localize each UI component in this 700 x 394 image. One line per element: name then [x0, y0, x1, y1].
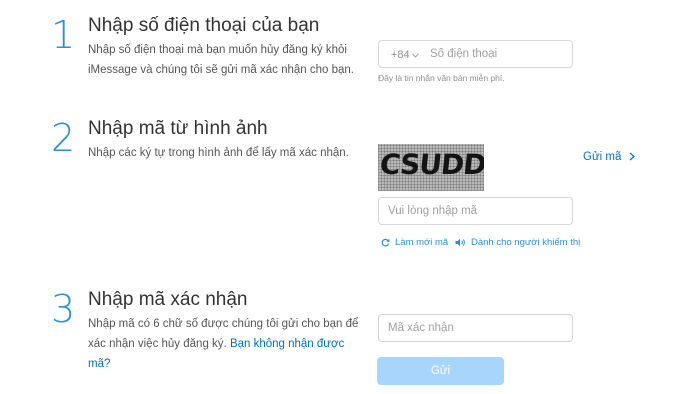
step-3-desc-text: xác nhận việc hủy đăng ký.: [88, 338, 227, 350]
step-3-description: Nhập mã có 6 chữ số được chúng tôi gửi c…: [88, 314, 368, 374]
send-code-label: Gửi mã: [583, 151, 622, 163]
captcha-code-input[interactable]: [379, 198, 572, 224]
step-2-title: Nhập mã từ hình ảnh: [88, 118, 268, 139]
captcha-text: CSUDD: [378, 148, 484, 181]
step-2-number: 2: [51, 116, 76, 160]
step-1-title: Nhập số điện thoại của bạn: [88, 15, 320, 36]
step-2-description: Nhập các ký tự trong hình ảnh để lấy mã …: [88, 147, 349, 159]
step-1-number: 1: [51, 13, 76, 57]
step-1-desc-line-1: Nhập số điện thoại mà bạn muốn hủy đăng …: [88, 44, 347, 56]
audio-captcha-label: Dành cho người khiếm thị: [471, 237, 581, 248]
country-code-selector[interactable]: +84: [391, 49, 410, 61]
refresh-code-link[interactable]: Làm mới mã: [381, 237, 448, 248]
confirmation-code-input[interactable]: [379, 315, 572, 341]
captcha-image: CSUDD: [378, 144, 484, 191]
step-3-desc-line-2: xác nhận việc hủy đăng ký. Bạn không nhậ…: [88, 334, 368, 374]
audio-captcha-link[interactable]: Dành cho người khiếm thị: [455, 237, 580, 248]
refresh-code-label: Làm mới mã: [395, 237, 449, 248]
captcha-code-field: [378, 197, 573, 225]
step-3-desc-line-1: Nhập mã có 6 chữ số được chúng tôi gửi c…: [88, 318, 359, 330]
step-1-desc-line-2: iMessage và chúng tôi sẽ gửi mã xác nhận…: [88, 64, 354, 76]
chevron-down-icon[interactable]: [412, 53, 419, 58]
refresh-icon: [381, 238, 390, 247]
step-3-number: 3: [51, 287, 76, 331]
phone-field: +84: [378, 40, 573, 68]
submit-button[interactable]: Gửi: [377, 357, 504, 385]
step-3-title: Nhập mã xác nhận: [88, 289, 248, 310]
speaker-icon: [455, 238, 465, 247]
confirmation-code-field: [378, 314, 573, 342]
phone-number-input[interactable]: [426, 41, 572, 67]
chevron-right-icon: [629, 152, 635, 161]
send-code-link[interactable]: Gửi mã: [583, 151, 635, 163]
step-1-description: Nhập số điện thoại mà bạn muốn hủy đăng …: [88, 40, 358, 80]
free-sms-hint: Đây là tin nhắn văn bản miễn phí.: [378, 73, 505, 83]
